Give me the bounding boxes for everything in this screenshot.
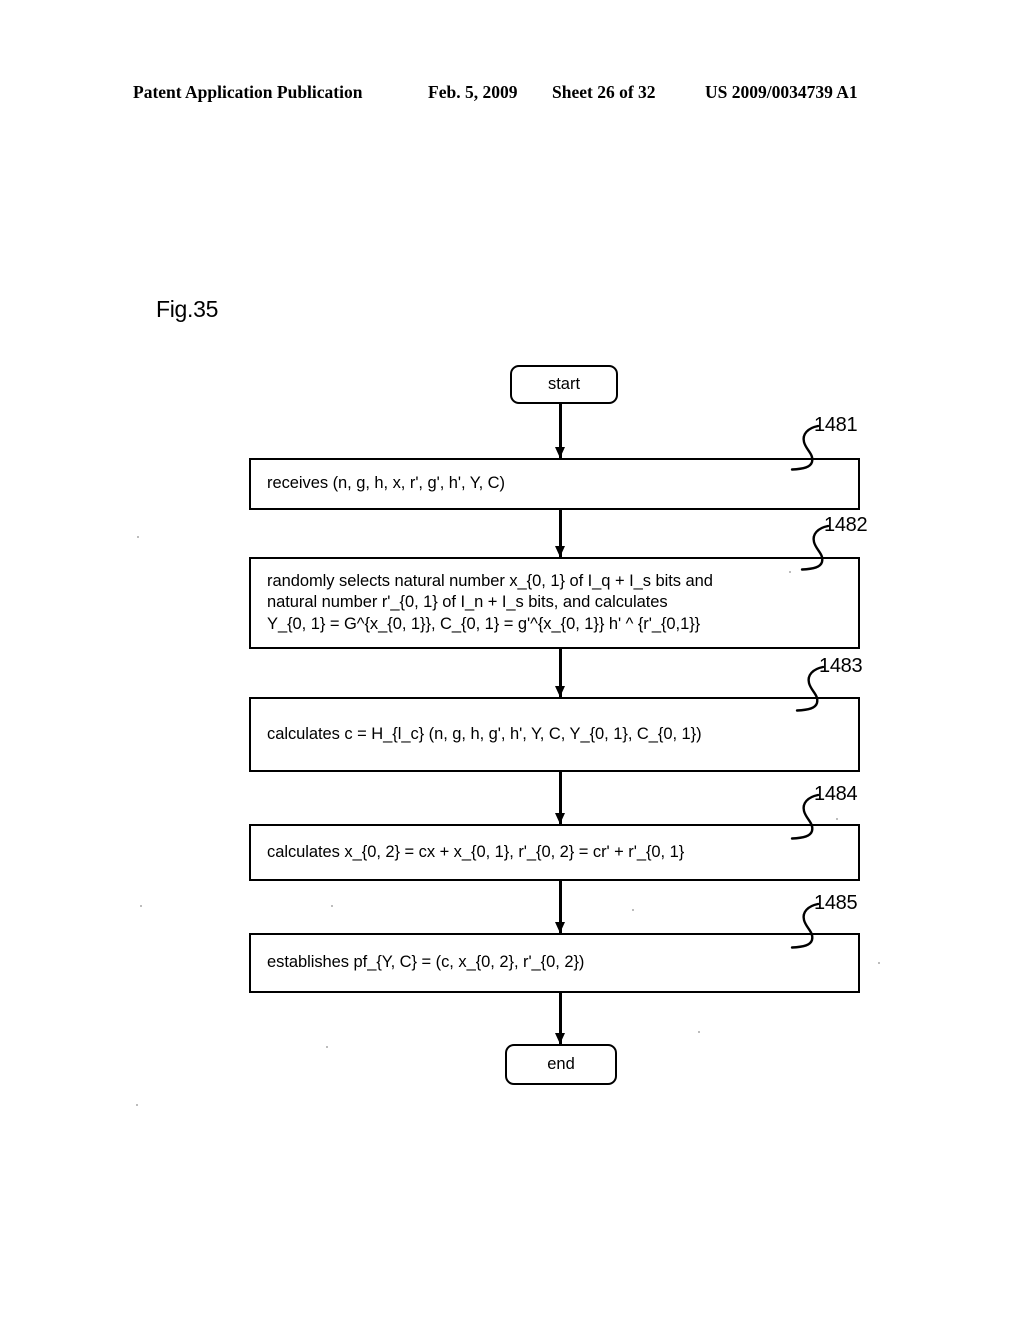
scan-speckle xyxy=(140,905,142,907)
scan-speckle xyxy=(632,909,634,911)
scan-speckle xyxy=(836,818,838,820)
step-1482-text: randomly selects natural number x_{0, 1}… xyxy=(267,571,713,633)
scan-speckle xyxy=(137,536,139,538)
flowchart-step-1484: calculates x_{0, 2} = cx + x_{0, 1}, r'_… xyxy=(249,824,860,881)
leader-line-icon xyxy=(790,424,820,471)
scan-speckle xyxy=(326,1046,328,1048)
flowchart-step-1485: establishes pf_{Y, C} = (c, x_{0, 2}, r'… xyxy=(249,933,860,993)
flowchart-step-1482: randomly selects natural number x_{0, 1}… xyxy=(249,557,860,649)
scan-speckle xyxy=(698,1031,700,1033)
leader-line-icon xyxy=(790,902,820,949)
step-1483-text: calculates c = H_{l_c} (n, g, h, g', h',… xyxy=(267,724,702,743)
leader-line-icon xyxy=(800,524,830,571)
start-node-label: start xyxy=(547,375,581,393)
scan-speckle xyxy=(331,905,333,907)
leader-line-icon xyxy=(795,665,825,712)
leader-line-icon xyxy=(790,793,820,840)
step-1484-text: calculates x_{0, 2} = cx + x_{0, 1}, r'_… xyxy=(267,842,685,861)
flowchart-start-node: start xyxy=(510,365,618,404)
scan-speckle xyxy=(789,571,791,573)
flowchart-step-1483: calculates c = H_{l_c} (n, g, h, g', h',… xyxy=(249,697,860,772)
flowchart-end-node: end xyxy=(505,1044,617,1085)
flowchart-diagram: start receives (n, g, h, x, r', g', h', … xyxy=(0,0,1024,1320)
step-1481-text: receives (n, g, h, x, r', g', h', Y, C) xyxy=(267,474,505,493)
step-1485-text: establishes pf_{Y, C} = (c, x_{0, 2}, r'… xyxy=(267,953,585,972)
scan-speckle xyxy=(136,1104,138,1106)
flowchart-step-1481: receives (n, g, h, x, r', g', h', Y, C) xyxy=(249,458,860,510)
end-node-label: end xyxy=(547,1055,575,1073)
scan-speckle xyxy=(878,962,880,964)
